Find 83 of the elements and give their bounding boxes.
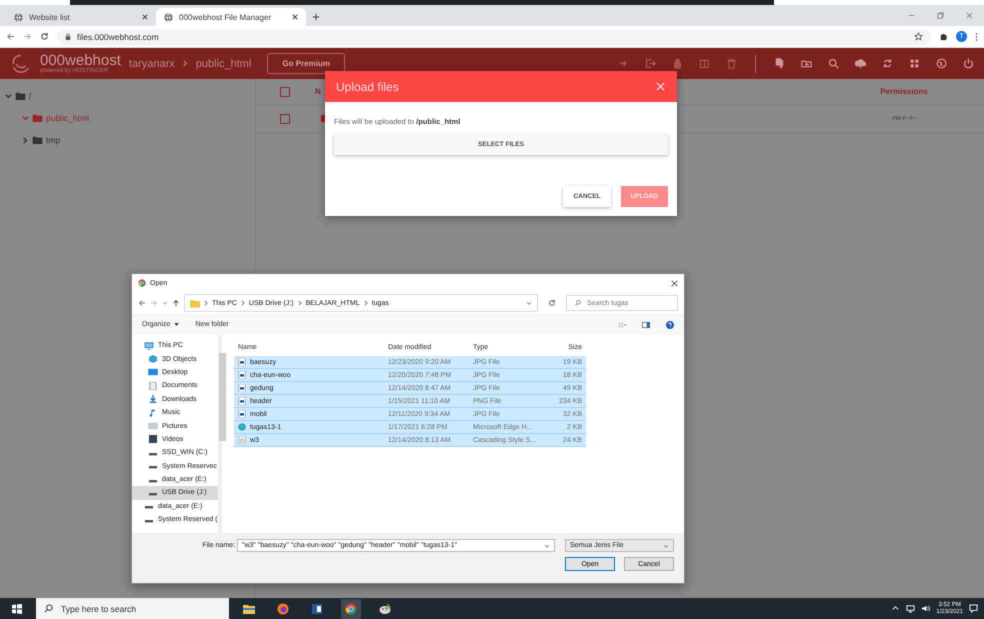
image-file-icon <box>238 371 246 379</box>
folder-icon <box>15 92 26 100</box>
search-icon <box>575 300 581 306</box>
dropdown-icon[interactable] <box>526 300 532 306</box>
browser-tab[interactable]: Website list <box>6 8 156 26</box>
cube-icon <box>148 355 158 364</box>
logo-text: 000webhost <box>40 53 121 68</box>
logo-icon <box>10 52 32 74</box>
close-icon[interactable] <box>292 14 298 20</box>
network-icon[interactable] <box>906 604 916 613</box>
chevron-icon <box>182 60 188 67</box>
address-field[interactable]: files.000webhost.com <box>57 28 931 44</box>
chevron-icon <box>204 300 208 306</box>
chevron-icon <box>298 300 302 306</box>
folder-tree-item[interactable]: tmp <box>0 129 255 151</box>
image-file-icon <box>238 358 246 366</box>
url-text: files.000webhost.com <box>77 32 159 42</box>
refresh-icon[interactable] <box>882 58 893 69</box>
picture-icon <box>148 422 158 430</box>
taskbar-search-field[interactable]: Type here to search <box>36 598 229 619</box>
forward-icon[interactable] <box>23 32 32 41</box>
search-icon <box>44 604 53 613</box>
restore-icon[interactable] <box>936 11 945 20</box>
globe-icon <box>14 12 23 22</box>
document-icon <box>148 382 158 390</box>
dropdown-icon[interactable] <box>544 542 550 548</box>
back-icon[interactable] <box>138 299 146 307</box>
power-icon[interactable] <box>963 58 974 69</box>
upload-icon[interactable] <box>855 58 866 69</box>
speaker-icon[interactable] <box>921 604 930 613</box>
new-folder-icon[interactable] <box>801 58 812 69</box>
notification-icon[interactable] <box>969 604 978 613</box>
image-file-icon <box>238 410 246 418</box>
puzzle-icon[interactable] <box>939 32 948 41</box>
folder-tree-item[interactable]: / <box>0 85 255 107</box>
chrome-icon[interactable] <box>341 598 361 618</box>
film-icon <box>148 435 158 444</box>
grid-icon[interactable] <box>909 58 920 69</box>
reload-icon[interactable] <box>40 32 49 41</box>
chevron-icon <box>364 300 368 306</box>
menu-icon[interactable] <box>975 32 978 42</box>
chevron-down-icon <box>5 92 12 100</box>
chevron-icon <box>240 300 245 306</box>
browser-logo-icon <box>238 423 246 431</box>
computer-icon <box>144 342 154 350</box>
download-icon <box>148 395 158 404</box>
caret-icon <box>174 323 180 326</box>
new-file-icon[interactable] <box>774 58 785 69</box>
globe-icon <box>164 12 173 22</box>
dropdown-icon <box>663 542 669 548</box>
close-icon[interactable] <box>142 14 148 20</box>
image-file-icon <box>238 384 246 392</box>
paint-palette-icon[interactable] <box>379 602 391 614</box>
preview-pane-icon[interactable] <box>642 320 650 328</box>
view-options-icon[interactable] <box>618 320 626 328</box>
search-icon[interactable] <box>828 58 839 69</box>
help-icon[interactable] <box>666 320 674 328</box>
globe-icon[interactable] <box>936 58 947 69</box>
folder-icon <box>32 136 43 144</box>
chevron-right-icon <box>22 136 29 144</box>
refresh-icon[interactable] <box>548 299 556 307</box>
browser-logo-icon <box>138 279 146 287</box>
word-icon[interactable] <box>311 602 323 614</box>
new-tab-icon[interactable] <box>312 13 320 21</box>
browser-tab[interactable]: 000webhost File Manager <box>156 8 306 26</box>
dialog-title: Upload files <box>336 80 400 94</box>
folder-icon[interactable] <box>243 602 255 614</box>
document-icon <box>238 436 246 444</box>
desktop-icon <box>148 368 158 376</box>
chevron-down-icon <box>22 114 29 122</box>
dropdown-icon[interactable] <box>162 300 168 306</box>
close-icon[interactable] <box>671 280 678 286</box>
back-icon[interactable] <box>6 32 15 41</box>
windows-start-icon[interactable] <box>12 604 22 614</box>
checkbox[interactable] <box>280 86 290 96</box>
folder-icon <box>190 298 200 308</box>
folder-icon <box>32 114 43 122</box>
image-file-icon <box>238 397 246 405</box>
firefox-icon[interactable] <box>277 602 289 614</box>
lock-icon <box>65 32 71 40</box>
checkbox[interactable] <box>280 114 290 124</box>
up-arrow-icon[interactable] <box>172 299 180 307</box>
star-icon[interactable] <box>914 32 923 41</box>
